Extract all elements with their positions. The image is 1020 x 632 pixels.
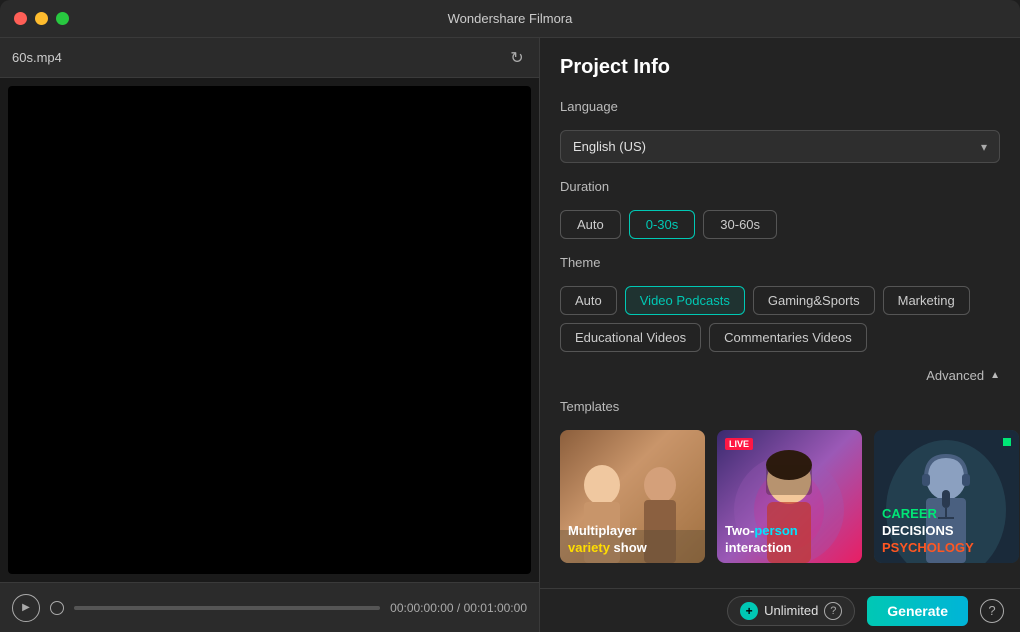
advanced-row[interactable]: Advanced ▲: [560, 368, 1000, 383]
maximize-button[interactable]: [56, 12, 69, 25]
template-multiplayer-title: Multiplayer variety show: [568, 523, 697, 557]
play-button[interactable]: ▶: [12, 594, 40, 622]
template-career-title: CAREER DECISIONS PSYCHOLOGY: [882, 506, 1011, 557]
refresh-icon[interactable]: ↻: [507, 48, 527, 68]
unlimited-label: Unlimited: [764, 603, 818, 618]
duration-30-60s-button[interactable]: 30-60s: [703, 210, 777, 239]
unlimited-button[interactable]: + Unlimited ?: [727, 596, 855, 626]
dot-button[interactable]: [50, 601, 64, 615]
theme-commentaries-button[interactable]: Commentaries Videos: [709, 323, 867, 352]
theme-label: Theme: [560, 255, 1000, 270]
theme-gaming-sports-button[interactable]: Gaming&Sports: [753, 286, 875, 315]
advanced-label: Advanced: [926, 368, 984, 383]
language-dropdown[interactable]: English (US) ▾: [560, 130, 1000, 163]
progress-bar[interactable]: [74, 606, 380, 610]
advanced-arrow-icon: ▲: [990, 370, 1000, 381]
unlimited-help-icon[interactable]: ?: [824, 602, 842, 620]
minimize-button[interactable]: [35, 12, 48, 25]
duration-auto-button[interactable]: Auto: [560, 210, 621, 239]
help-button[interactable]: ?: [980, 599, 1004, 623]
duration-buttons: Auto 0-30s 30-60s: [560, 210, 1000, 239]
time-current: 00:00:00:00: [390, 601, 453, 615]
theme-educational-button[interactable]: Educational Videos: [560, 323, 701, 352]
templates-label: Templates: [560, 399, 1000, 414]
theme-section: Theme Auto Video Podcasts Gaming&Sports …: [560, 255, 1000, 352]
language-label: Language: [560, 99, 1000, 114]
duration-section: Duration Auto 0-30s 30-60s: [560, 179, 1000, 239]
main-layout: 60s.mp4 ↻ ▶ 00:00:00:00 / 00:01:00:00 Pr…: [0, 38, 1020, 632]
bottom-bar: + Unlimited ? Generate ?: [540, 588, 1020, 632]
play-icon: ▶: [22, 602, 30, 613]
file-bar: 60s.mp4 ↻: [0, 38, 539, 78]
template-career[interactable]: CAREER DECISIONS PSYCHOLOGY: [874, 430, 1019, 563]
language-section: Language English (US) ▾: [560, 99, 1000, 163]
theme-video-podcasts-button[interactable]: Video Podcasts: [625, 286, 745, 315]
duration-0-30s-button[interactable]: 0-30s: [629, 210, 696, 239]
file-name: 60s.mp4: [12, 50, 62, 65]
generate-button[interactable]: Generate: [867, 596, 968, 626]
theme-buttons-row2: Educational Videos Commentaries Videos: [560, 323, 1000, 352]
duration-label: Duration: [560, 179, 1000, 194]
live-badge: LIVE: [725, 438, 753, 450]
title-bar: Wondershare Filmora: [0, 0, 1020, 38]
close-button[interactable]: [14, 12, 27, 25]
time-display: 00:00:00:00 / 00:01:00:00: [390, 601, 527, 615]
dropdown-arrow-icon: ▾: [981, 140, 987, 154]
theme-auto-button[interactable]: Auto: [560, 286, 617, 315]
left-panel: 60s.mp4 ↻ ▶ 00:00:00:00 / 00:01:00:00: [0, 38, 540, 632]
theme-buttons-row1: Auto Video Podcasts Gaming&Sports Market…: [560, 286, 1000, 315]
templates-grid: Multiplayer variety show: [560, 430, 1000, 563]
time-total: 00:01:00:00: [464, 601, 527, 615]
playback-controls: ▶ 00:00:00:00 / 00:01:00:00: [0, 582, 539, 632]
video-preview: [8, 86, 531, 574]
templates-section: Templates: [560, 399, 1000, 563]
template-two-person-title: Two-person interaction: [725, 523, 854, 557]
green-dot: [1003, 438, 1011, 446]
window-controls: [14, 12, 69, 25]
project-info-title: Project Info: [560, 56, 1000, 79]
language-selected: English (US): [573, 139, 646, 154]
theme-marketing-button[interactable]: Marketing: [883, 286, 970, 315]
app-title: Wondershare Filmora: [448, 11, 573, 26]
right-panel: Project Info Language English (US) ▾ Dur…: [540, 38, 1020, 632]
unlimited-icon: +: [740, 602, 758, 620]
template-two-person[interactable]: LIVE Two-person interaction: [717, 430, 862, 563]
template-multiplayer[interactable]: Multiplayer variety show: [560, 430, 705, 563]
